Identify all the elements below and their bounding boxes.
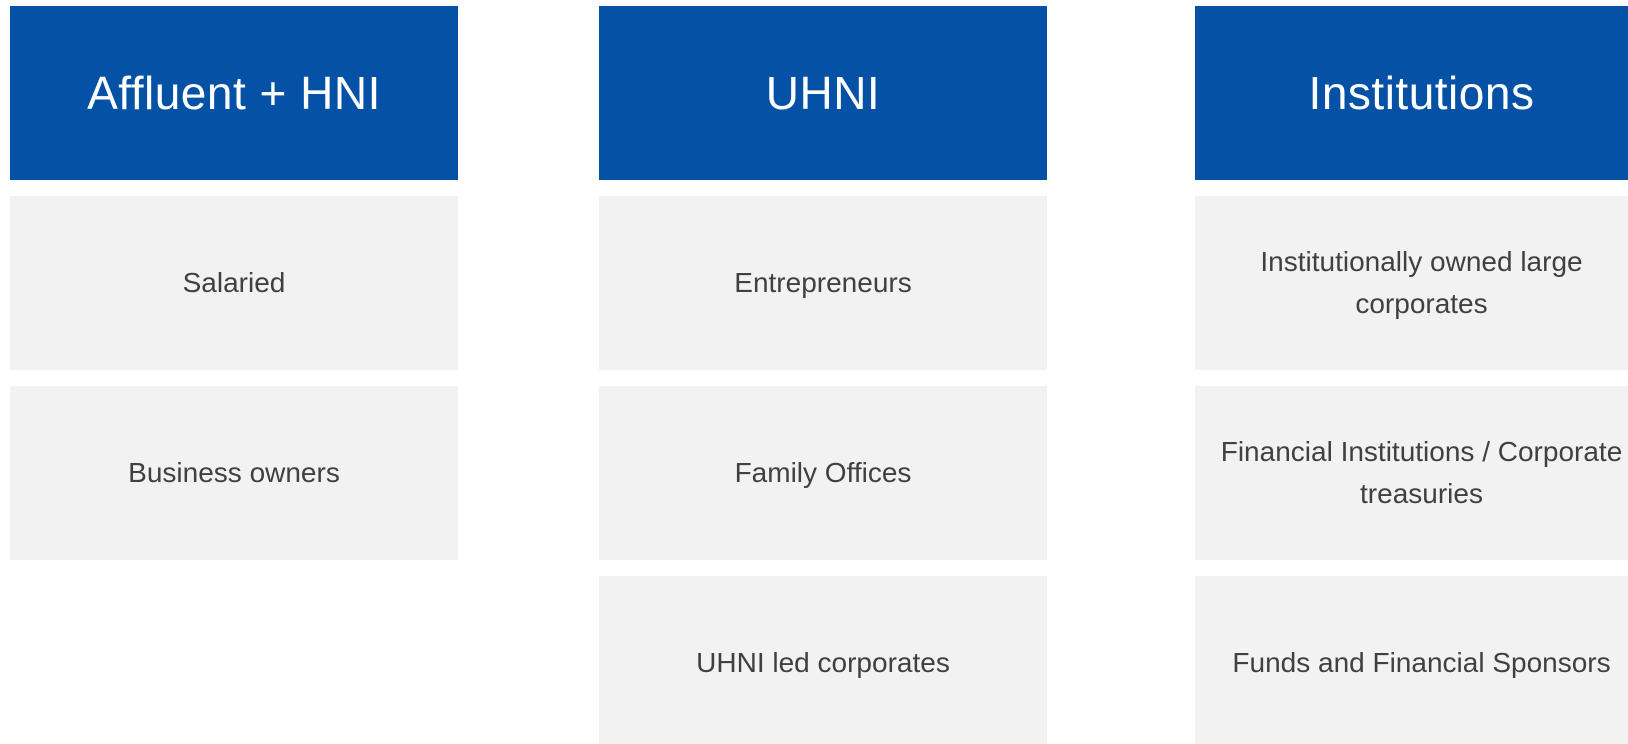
column-header: UHNI [599,6,1047,180]
column-affluent-hni: Affluent + HNI Salaried Business owners [10,6,458,744]
column-uhni: UHNI Entrepreneurs Family Offices UHNI l… [599,6,1047,744]
column-header: Institutions [1195,6,1628,180]
segment-label: Entrepreneurs [734,267,912,298]
column-institutions: Institutions Institutionally owned large… [1195,6,1628,744]
segment-cell: Funds and Financial Sponsors [1195,576,1628,744]
segment-diagram: Affluent + HNI Salaried Business owners … [0,0,1628,744]
column-title: Institutions [1308,67,1535,119]
column-title: UHNI [765,67,881,119]
column-title: Affluent + HNI [87,67,381,119]
segment-cell: Financial Institutions / Corporate treas… [1195,386,1628,560]
segment-label: Business owners [128,457,340,488]
segment-cell: Institutionally owned large corporates [1195,196,1628,370]
segment-label: Funds and Financial Sponsors [1232,647,1611,678]
segment-cell: UHNI led corporates [599,576,1047,744]
segment-cell: Business owners [10,386,458,560]
segment-cell: Entrepreneurs [599,196,1047,370]
segment-cell: Family Offices [599,386,1047,560]
segment-label: UHNI led corporates [696,647,950,678]
segment-label: Family Offices [734,457,912,488]
column-header: Affluent + HNI [10,6,458,180]
segment-label: Institutionally owned large corporates [1260,246,1583,319]
segment-cell: Salaried [10,196,458,370]
segment-label: Salaried [182,267,286,298]
segment-label: Financial Institutions / Corporate treas… [1220,436,1623,509]
